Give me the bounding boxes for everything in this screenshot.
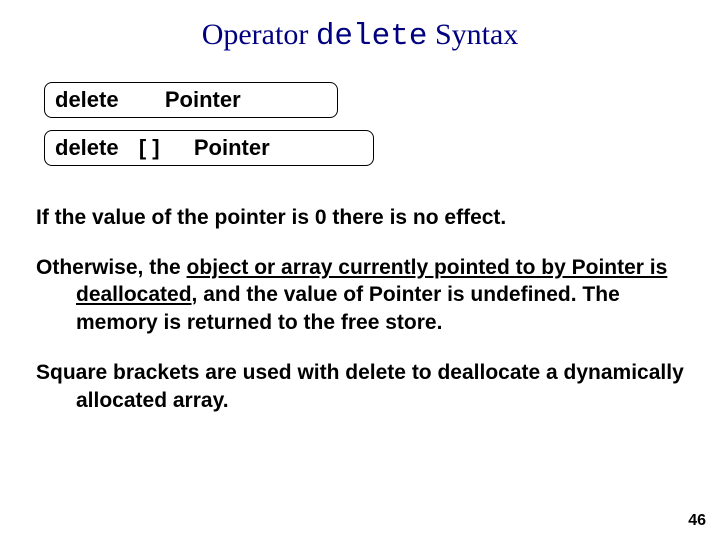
syntax-brackets: [ ]	[139, 135, 160, 160]
syntax-box-area: delete Pointer delete [ ] Pointer	[0, 82, 720, 178]
paragraph-3: Square brackets are used with delete to …	[36, 359, 684, 414]
syntax-box-scalar: delete Pointer	[44, 82, 338, 118]
syntax-keyword: delete	[55, 135, 119, 160]
title-code: delete	[316, 19, 428, 54]
title-suffix: Syntax	[427, 18, 518, 51]
paragraph-2: Otherwise, the object or array currently…	[36, 254, 684, 337]
title-prefix: Operator	[202, 18, 316, 51]
syntax-arg: Pointer	[165, 87, 241, 112]
syntax-box-array: delete [ ] Pointer	[44, 130, 374, 166]
p2-lead: Otherwise, the	[36, 256, 187, 279]
syntax-arg: Pointer	[194, 135, 270, 160]
paragraph-1: If the value of the pointer is 0 there i…	[36, 204, 684, 232]
syntax-keyword: delete	[55, 87, 119, 112]
body-text: If the value of the pointer is 0 there i…	[0, 204, 720, 414]
page-number: 46	[688, 512, 706, 530]
slide-title: Operator delete Syntax	[0, 18, 720, 54]
